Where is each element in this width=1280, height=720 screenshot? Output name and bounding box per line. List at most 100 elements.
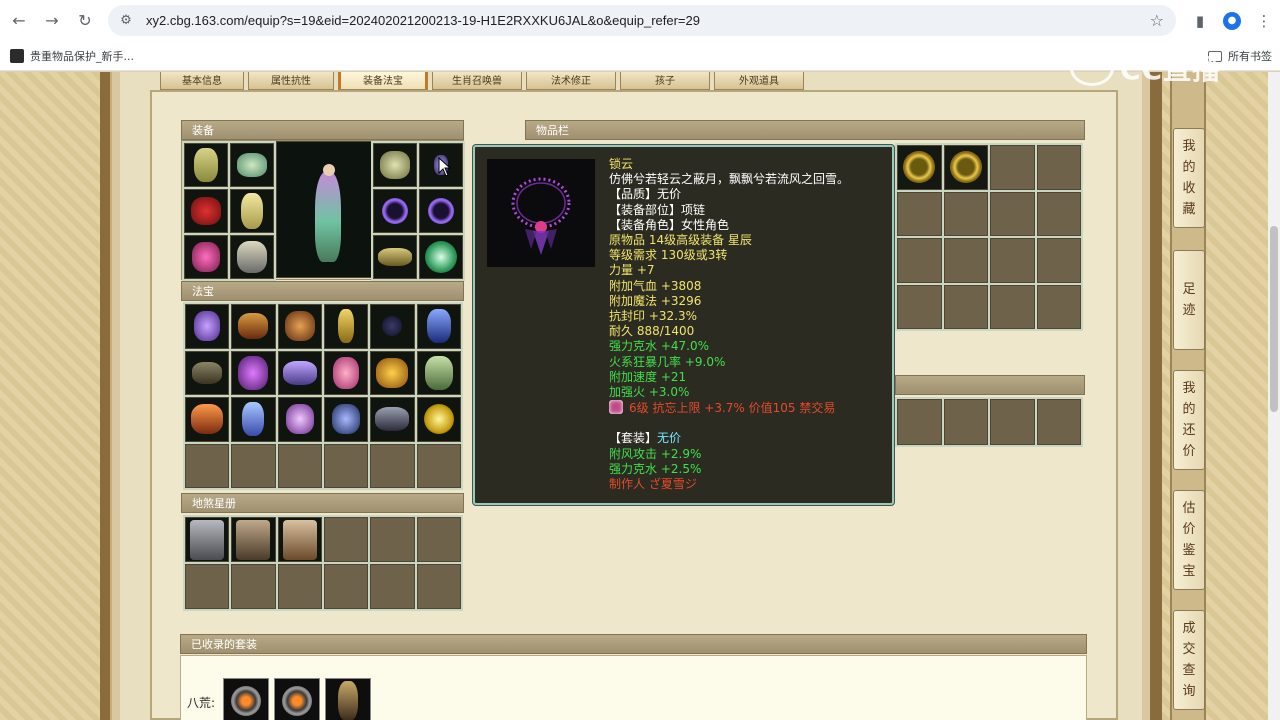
- fabao-slot[interactable]: [231, 350, 276, 395]
- page-scrollbar[interactable]: [1268, 72, 1280, 720]
- inventory-slot-empty[interactable]: [1036, 145, 1081, 190]
- fabao-slot[interactable]: [370, 397, 415, 442]
- fabao-slot[interactable]: [323, 397, 369, 442]
- set-item[interactable]: [223, 678, 269, 720]
- fabao-slot-empty[interactable]: [416, 443, 461, 488]
- equip-slot-gloves[interactable]: [373, 143, 417, 187]
- fabao-slot[interactable]: [277, 397, 322, 442]
- side-nav-char: 价: [1182, 522, 1196, 537]
- inventory-slot-empty[interactable]: [943, 191, 988, 236]
- fabao-slot[interactable]: [277, 304, 322, 349]
- disha-slot-empty[interactable]: [416, 517, 461, 562]
- inventory-slot-empty[interactable]: [990, 238, 1035, 283]
- fabao-slot-empty[interactable]: [277, 443, 322, 488]
- inventory-slot[interactable]: [943, 145, 988, 190]
- disha-slot[interactable]: [185, 517, 230, 562]
- bookmark-item[interactable]: 贵重物品保护_新手...: [10, 48, 134, 64]
- side-nav-my-bargains[interactable]: 我 的 还 价: [1173, 370, 1205, 470]
- set-item[interactable]: [325, 678, 371, 720]
- fabao-slot[interactable]: [277, 350, 322, 395]
- side-nav-footprints[interactable]: 足 迹: [1173, 250, 1205, 350]
- tab-spell-mods[interactable]: 法术修正: [526, 72, 616, 90]
- side-nav-appraisal[interactable]: 估 价 鉴 宝: [1173, 490, 1205, 590]
- disha-slot-empty[interactable]: [370, 564, 415, 609]
- inventory-slot-empty[interactable]: [1036, 284, 1081, 329]
- reload-icon[interactable]: ↻: [71, 7, 99, 35]
- side-panel-icon[interactable]: ▮: [1184, 5, 1216, 37]
- equip-slot-armor[interactable]: [230, 189, 274, 233]
- equip-slot-ring-2[interactable]: [419, 189, 463, 233]
- equip-slot-belt[interactable]: [373, 235, 417, 279]
- back-icon[interactable]: ←: [5, 7, 33, 35]
- tab-basic-info[interactable]: 基本信息: [160, 72, 244, 90]
- equip-slot-orb[interactable]: [419, 235, 463, 279]
- url-text[interactable]: xy2.cbg.163.com/equip?s=19&eid=202402021…: [146, 13, 700, 28]
- fabao-slot[interactable]: [323, 304, 369, 349]
- tab-child[interactable]: 孩子: [620, 72, 710, 90]
- inventory-slot-empty[interactable]: [897, 238, 942, 283]
- tab-attributes[interactable]: 属性抗性: [248, 72, 334, 90]
- inventory-slot[interactable]: [897, 145, 942, 190]
- fabao-slot-empty[interactable]: [370, 443, 415, 488]
- inventory-slot-empty[interactable]: [990, 145, 1035, 190]
- stat-fire-crit: 火系狂暴几率 +9.0%: [609, 354, 726, 369]
- disha-slot[interactable]: [277, 517, 322, 562]
- scrollbar-thumb[interactable]: [1270, 226, 1278, 412]
- equip-slot-weapon[interactable]: [184, 189, 228, 233]
- disha-slot[interactable]: [231, 517, 276, 562]
- fabao-slot[interactable]: [416, 350, 461, 395]
- inventory-slot-empty[interactable]: [943, 238, 988, 283]
- disha-slot-empty[interactable]: [323, 564, 369, 609]
- tab-equipment[interactable]: 装备法宝: [338, 72, 428, 90]
- fabao-slot[interactable]: [185, 350, 230, 395]
- equip-slot-ring-1[interactable]: [373, 189, 417, 233]
- gem-line: 6级 抗忘上限 +3.7% 价值105 禁交易: [609, 400, 889, 416]
- secondary-slot-empty[interactable]: [990, 399, 1035, 445]
- equip-slot-boots[interactable]: [230, 235, 274, 279]
- fabao-slot[interactable]: [231, 397, 276, 442]
- set-item[interactable]: [274, 678, 320, 720]
- tab-appearance[interactable]: 外观道具: [714, 72, 804, 90]
- site-info-icon[interactable]: ⚙: [118, 13, 134, 29]
- fabao-slot[interactable]: [370, 304, 415, 349]
- address-bar[interactable]: ⚙ xy2.cbg.163.com/equip?s=19&eid=2024020…: [108, 5, 1176, 36]
- inventory-slot-empty[interactable]: [1036, 238, 1081, 283]
- fabao-slot[interactable]: [416, 397, 461, 442]
- tab-zodiac-pets[interactable]: 生肖召唤兽: [432, 72, 522, 90]
- inventory-slot-empty[interactable]: [897, 284, 942, 329]
- disha-slot-empty[interactable]: [185, 564, 230, 609]
- secondary-slot-empty[interactable]: [943, 399, 988, 445]
- bookmark-star-icon[interactable]: ☆: [1150, 11, 1164, 30]
- fabao-slot[interactable]: [185, 304, 230, 349]
- equip-slot-accessory[interactable]: [184, 235, 228, 279]
- profile-avatar[interactable]: ●: [1223, 11, 1241, 30]
- fabao-slot[interactable]: [323, 350, 369, 395]
- equip-slot-hat[interactable]: [184, 143, 228, 187]
- fabao-slot-empty[interactable]: [231, 443, 276, 488]
- inventory-slot-empty[interactable]: [1036, 191, 1081, 236]
- disha-slot-empty[interactable]: [370, 517, 415, 562]
- secondary-slot-empty[interactable]: [1036, 399, 1081, 445]
- fabao-slot[interactable]: [231, 304, 276, 349]
- fabao-slot-empty[interactable]: [323, 443, 369, 488]
- inventory-slot-empty[interactable]: [897, 191, 942, 236]
- inventory-slot-empty[interactable]: [990, 191, 1035, 236]
- secondary-slot-empty[interactable]: [897, 399, 942, 445]
- disha-slot-empty[interactable]: [277, 564, 322, 609]
- disha-slot-empty[interactable]: [231, 564, 276, 609]
- inventory-slot-empty[interactable]: [990, 284, 1035, 329]
- fabao-slot[interactable]: [416, 304, 461, 349]
- equip-slot-necklace[interactable]: [230, 143, 274, 187]
- inventory-slot-empty[interactable]: [943, 284, 988, 329]
- fabao-slot-empty[interactable]: [185, 443, 230, 488]
- side-nav-favorites[interactable]: 我 的 收 藏: [1173, 128, 1205, 228]
- fabao-slot[interactable]: [185, 397, 230, 442]
- stat-hp: 附加气血 +3808: [609, 278, 702, 293]
- disha-slot-empty[interactable]: [416, 564, 461, 609]
- fabao-slot[interactable]: [370, 350, 415, 395]
- menu-icon[interactable]: ⋮: [1248, 5, 1280, 37]
- forward-icon[interactable]: →: [38, 7, 66, 35]
- disha-header: 地煞星册: [181, 493, 464, 513]
- disha-slot-empty[interactable]: [323, 517, 369, 562]
- side-nav-transactions[interactable]: 成 交 查 询: [1173, 610, 1205, 710]
